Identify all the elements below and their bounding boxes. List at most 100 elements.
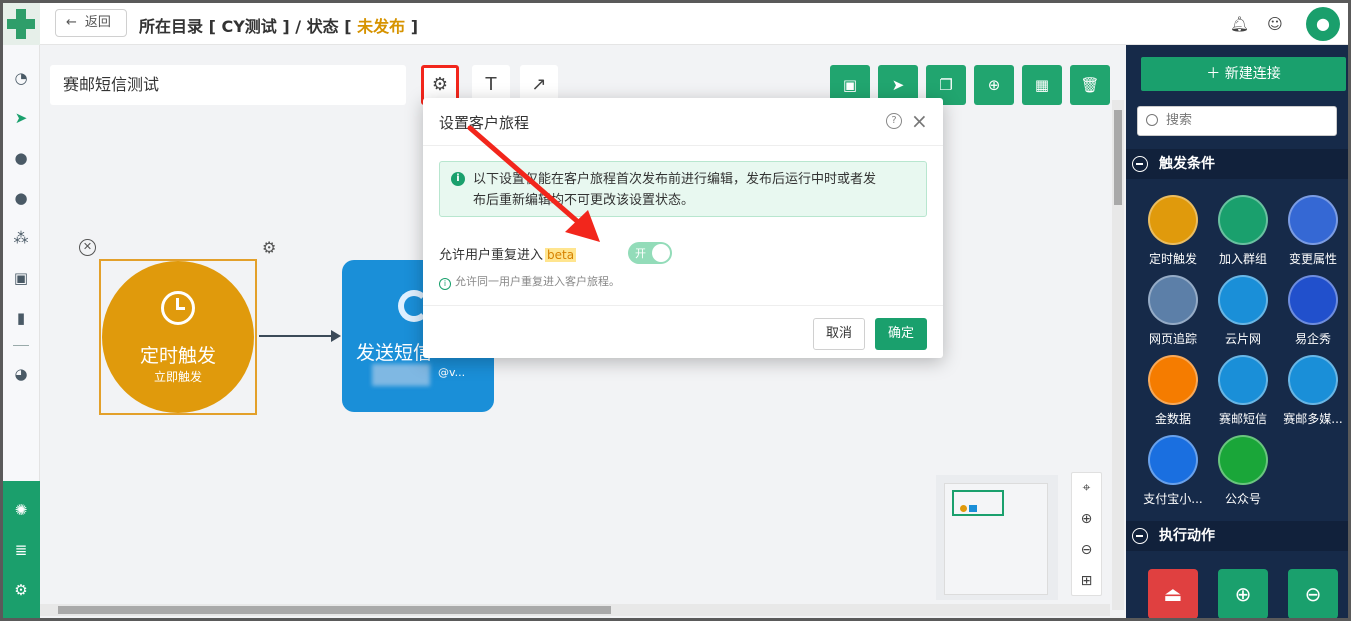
dashboard-icon[interactable]: ◔ bbox=[12, 69, 30, 87]
search-placeholder: 搜索 bbox=[1166, 113, 1193, 128]
action-tile[interactable]: ⊕ bbox=[1208, 569, 1278, 618]
help-icon[interactable]: ? bbox=[886, 113, 902, 129]
group-icon[interactable]: ⁂ bbox=[12, 229, 30, 247]
trigger-tile-label: 赛邮多媒... bbox=[1283, 412, 1343, 426]
rail-bottom: ✺ ≣ ⚙ bbox=[3, 481, 40, 618]
plus-circle-icon: ⊕ bbox=[987, 76, 1001, 94]
trigger-node-subtitle: 立即触发 bbox=[153, 370, 202, 384]
divider bbox=[423, 145, 943, 146]
wechat-icon[interactable]: ◕ bbox=[12, 365, 30, 383]
trigger-tile[interactable]: 公众号 bbox=[1208, 435, 1278, 515]
divider bbox=[423, 305, 943, 306]
trash-icon: 🗑︎ bbox=[1080, 76, 1100, 94]
journey-settings-modal: 设置客户旅程 ? × i 以下设置仅能在客户旅程首次发布前进行编辑，发布后运行中… bbox=[423, 98, 943, 358]
trigger-tile[interactable]: 变更属性 bbox=[1278, 195, 1348, 275]
alert-line-1: 以下设置仅能在客户旅程首次发布前进行编辑，发布后运行中时或者发 bbox=[473, 172, 877, 187]
trigger-tile[interactable]: 云片网 bbox=[1208, 275, 1278, 355]
repeat-entry-label: 允许用户重复进入 beta bbox=[439, 244, 577, 263]
flow-connector[interactable] bbox=[259, 330, 341, 342]
zoom-in-icon[interactable]: ⊕ bbox=[1072, 504, 1101, 534]
trigger-node-title: 定时触发 bbox=[139, 345, 216, 367]
beta-badge: beta bbox=[545, 248, 577, 262]
integration-icon[interactable]: ✺ bbox=[12, 501, 30, 519]
trigger-tile-label: 金数据 bbox=[1154, 412, 1191, 426]
contact-card-icon[interactable]: ▣ bbox=[12, 269, 30, 287]
bell-icon[interactable]: 🔔︎ bbox=[1230, 15, 1249, 33]
component-panel: ＋ 新建连接 搜索 触发条件 定时触发 加入群组 变更属性网页追踪 云片网 易企秀金数据… bbox=[1126, 45, 1348, 618]
scroll-thumb[interactable] bbox=[1114, 110, 1122, 205]
node-settings-icon[interactable]: ⚙ bbox=[262, 238, 276, 257]
section-actions[interactable]: 执行动作 bbox=[1126, 521, 1348, 551]
clock-icon bbox=[1148, 195, 1198, 245]
layout-icon: ▦ bbox=[1034, 76, 1050, 94]
minimap[interactable] bbox=[936, 475, 1058, 600]
layout-button[interactable]: ▦ bbox=[1022, 65, 1062, 105]
action-tile[interactable]: ⊖ bbox=[1278, 569, 1348, 618]
new-connection-button[interactable]: ＋ 新建连接 bbox=[1141, 57, 1346, 91]
top-actions: 🔔︎ ☺ ● bbox=[1230, 7, 1340, 41]
add-button[interactable]: ⊕ bbox=[974, 65, 1014, 105]
save-icon: ▣ bbox=[842, 76, 858, 94]
status-badge: 未发布 bbox=[357, 17, 406, 36]
confirm-button[interactable]: 确定 bbox=[875, 318, 927, 350]
chat-icon[interactable]: ☺ bbox=[1266, 15, 1284, 33]
add-user-icon bbox=[1218, 195, 1268, 245]
bar-chart-icon[interactable]: ▮ bbox=[12, 309, 30, 327]
zoom-out-icon[interactable]: ⊖ bbox=[1072, 535, 1101, 565]
send-icon[interactable]: ➤ bbox=[12, 109, 30, 127]
close-icon[interactable]: × bbox=[911, 109, 928, 133]
node-delete-icon[interactable]: ✕ bbox=[79, 239, 96, 256]
toggle-knob bbox=[652, 244, 670, 262]
trigger-tile[interactable]: 赛邮短信 bbox=[1208, 355, 1278, 435]
trigger-node[interactable]: 定时触发 立即触发 bbox=[102, 261, 254, 413]
vertical-scrollbar[interactable] bbox=[1112, 100, 1124, 610]
storage-icon[interactable]: ≣ bbox=[12, 541, 30, 559]
trigger-tile[interactable]: 加入群组 bbox=[1208, 195, 1278, 275]
settings-icon[interactable]: ⚙ bbox=[12, 581, 30, 599]
locate-icon[interactable]: ⌖ bbox=[1072, 473, 1101, 503]
send-icon: ➤ bbox=[891, 76, 905, 94]
back-button[interactable]: ← 返回 bbox=[55, 9, 127, 37]
copy-icon: ❐ bbox=[939, 76, 953, 94]
scroll-thumb[interactable] bbox=[58, 606, 611, 614]
minimap-node bbox=[969, 505, 977, 512]
search-input[interactable]: 搜索 bbox=[1137, 106, 1337, 136]
fit-icon[interactable]: ⊞ bbox=[1072, 566, 1101, 596]
plus-icon: ＋ bbox=[1206, 66, 1225, 82]
breadcrumb: 所在目录 [ CY测试 ] / 状态 [ 未发布 ] bbox=[139, 13, 418, 37]
top-bar: ← 返回 所在目录 [ CY测试 ] / 状态 [ 未发布 ] 🔔︎ ☺ ● bbox=[40, 3, 1348, 45]
modal-title: 设置客户旅程 bbox=[439, 114, 530, 132]
trigger-tile-label: 赛邮短信 bbox=[1218, 412, 1267, 426]
horizontal-scrollbar[interactable] bbox=[40, 604, 1110, 616]
app-window: ◔ ➤ ● ● ⁂ ▣ ▮ ◕ ✺ ≣ ⚙ ← 返回 所在目录 [ CY测试 ] … bbox=[3, 3, 1348, 618]
trigger-tile-label: 加入群组 bbox=[1218, 252, 1267, 266]
add-user-icon: ⊕ bbox=[1218, 569, 1268, 618]
trigger-tile[interactable]: 金数据 bbox=[1138, 355, 1208, 435]
hint-text: 允许同一用户重复进入客户旅程。 bbox=[455, 275, 620, 288]
trigger-tile-label: 网页追踪 bbox=[1148, 332, 1197, 346]
avatar[interactable]: ● bbox=[1306, 7, 1340, 41]
rail-divider bbox=[13, 345, 29, 346]
section-triggers[interactable]: 触发条件 bbox=[1126, 149, 1348, 179]
user-icon[interactable]: ● bbox=[12, 149, 30, 167]
trigger-tile[interactable]: 定时触发 bbox=[1138, 195, 1208, 275]
trigger-tile[interactable]: 赛邮多媒... bbox=[1278, 355, 1348, 435]
trigger-tile[interactable]: 易企秀 bbox=[1278, 275, 1348, 355]
section-title: 执行动作 bbox=[1159, 528, 1215, 544]
trigger-tile[interactable]: 网页追踪 bbox=[1138, 275, 1208, 355]
trigger-tile-label: 易企秀 bbox=[1294, 332, 1331, 346]
info-alert: i 以下设置仅能在客户旅程首次发布前进行编辑，发布后运行中时或者发 布后重新编辑… bbox=[439, 161, 927, 217]
delete-button[interactable]: 🗑︎ bbox=[1070, 65, 1110, 105]
minimap-inner bbox=[944, 483, 1048, 595]
toggle-text: 开 bbox=[635, 247, 646, 260]
users-icon[interactable]: ● bbox=[12, 189, 30, 207]
info-icon: i bbox=[451, 172, 465, 186]
minimap-viewport[interactable] bbox=[952, 490, 1004, 516]
action-tile[interactable]: ⏏ bbox=[1138, 569, 1208, 618]
info-icon: i bbox=[439, 278, 451, 290]
trigger-tile[interactable]: 支付宝小... bbox=[1138, 435, 1208, 515]
cancel-button[interactable]: 取消 bbox=[813, 318, 865, 350]
journey-name[interactable]: 赛邮短信测试 bbox=[50, 65, 406, 105]
repeat-entry-toggle[interactable]: 开 bbox=[628, 242, 672, 264]
trigger-tile-label: 云片网 bbox=[1224, 332, 1261, 346]
